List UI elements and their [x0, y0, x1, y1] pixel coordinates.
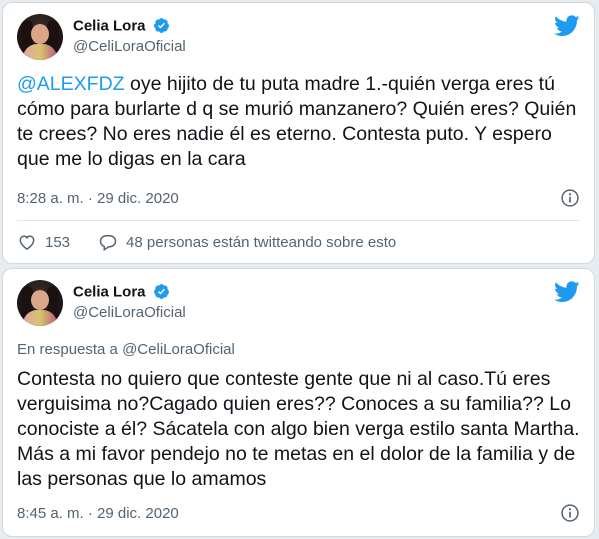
tweet-actions: 153 48 personas están twitteando sobre e…: [17, 232, 396, 252]
heart-icon[interactable]: [17, 232, 37, 252]
twitter-bird-icon[interactable]: [554, 15, 580, 37]
conversation-link[interactable]: 48 personas están twitteando sobre esto: [126, 234, 396, 251]
author-name[interactable]: Celia Lora: [73, 17, 146, 34]
reply-context: En respuesta a @CeliLoraOficial: [17, 341, 235, 358]
author-handle[interactable]: @CeliLoraOficial: [73, 304, 186, 321]
verified-icon: [154, 18, 169, 34]
verified-icon: [154, 284, 169, 300]
divider: [17, 220, 580, 221]
tweet-card[interactable]: Celia Lora @CeliLoraOficial En respuesta…: [2, 268, 595, 537]
timestamp[interactable]: 8:45 a. m. · 29 dic. 2020: [17, 505, 179, 522]
info-icon[interactable]: [560, 188, 580, 208]
avatar[interactable]: [17, 280, 63, 326]
mention-link[interactable]: @ALEXFDZ: [17, 73, 125, 95]
avatar[interactable]: [17, 14, 63, 60]
tweet-card[interactable]: Celia Lora @CeliLoraOficial @ALEXFDZ oye…: [2, 2, 595, 264]
like-count[interactable]: 153: [45, 234, 70, 251]
author-row[interactable]: Celia Lora: [73, 17, 170, 35]
tweet-text: Contesta no quiero que conteste gente qu…: [17, 368, 580, 490]
author-handle[interactable]: @CeliLoraOficial: [73, 38, 186, 55]
reply-label: En respuesta a: [17, 341, 123, 358]
timestamp[interactable]: 8:28 a. m. · 29 dic. 2020: [17, 190, 179, 207]
reply-bubble-icon[interactable]: [98, 232, 118, 252]
author-row[interactable]: Celia Lora: [73, 283, 170, 301]
author-name[interactable]: Celia Lora: [73, 283, 146, 300]
info-icon[interactable]: [560, 503, 580, 523]
tweet-text: @ALEXFDZ oye hijito de tu puta madre 1.-…: [17, 72, 580, 172]
twitter-bird-icon[interactable]: [554, 281, 580, 303]
reply-handle-link[interactable]: @CeliLoraOficial: [122, 341, 235, 358]
